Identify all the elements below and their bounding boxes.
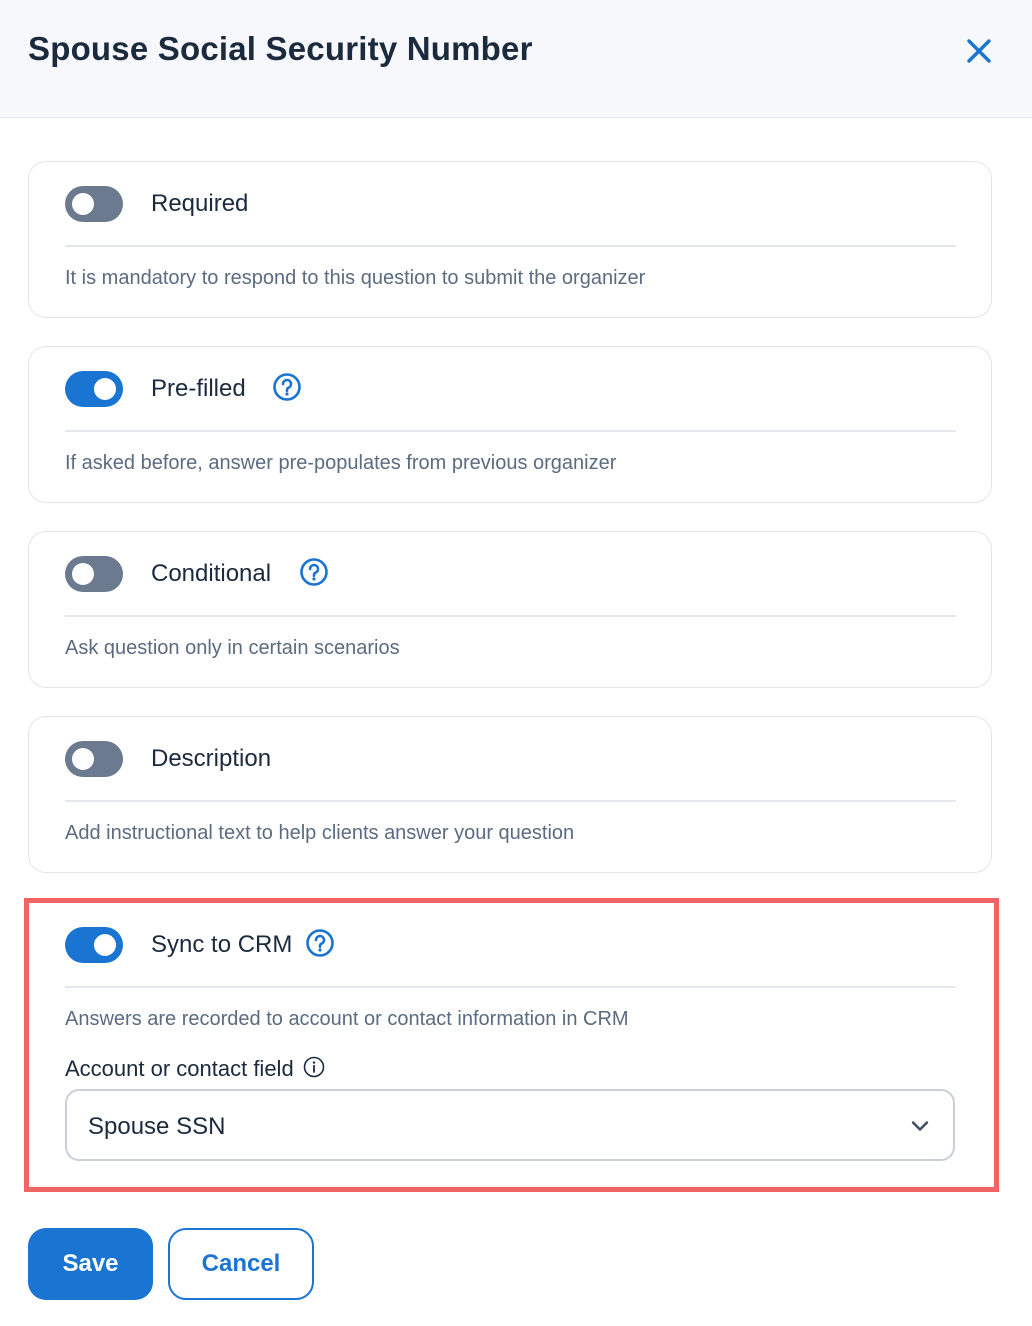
close-button[interactable]: [958, 30, 1000, 72]
account-contact-field-select[interactable]: Spouse SSN: [65, 1089, 955, 1161]
option-description-required: It is mandatory to respond to this quest…: [65, 267, 646, 289]
option-description-description: Add instructional text to help clients a…: [65, 822, 575, 844]
conditional-toggle[interactable]: [65, 556, 123, 592]
option-card-required: Required It is mandatory to respond to t…: [28, 161, 992, 318]
option-card-description: Description Add instructional text to he…: [28, 716, 992, 873]
toggle-knob: [94, 934, 116, 956]
question-circle-icon[interactable]: [305, 928, 335, 958]
save-button[interactable]: Save: [28, 1228, 153, 1300]
option-card-pre-filled: Pre-filled If asked before, answer pre-p…: [28, 346, 992, 503]
required-toggle[interactable]: [65, 186, 123, 222]
divider: [65, 430, 956, 432]
dialog-header: Spouse Social Security Number: [0, 0, 1032, 118]
option-label-required: Required: [151, 190, 249, 217]
chevron-down-icon: [911, 1121, 929, 1131]
divider: [65, 245, 956, 247]
pre-filled-toggle[interactable]: [65, 371, 123, 407]
option-description-sync-to-crm: Answers are recorded to account or conta…: [65, 1008, 629, 1030]
option-label-pre-filled: Pre-filled: [151, 375, 246, 402]
option-label-conditional: Conditional: [151, 560, 272, 587]
option-label-description: Description: [151, 745, 272, 772]
select-value: Spouse SSN: [88, 1113, 226, 1140]
account-contact-field-label: Account or contact field: [65, 1056, 294, 1081]
option-card-conditional: Conditional Ask question only in certain…: [28, 531, 992, 688]
option-card-sync-to-crm: Sync to CRM Answers are recorded to acco…: [24, 898, 999, 1192]
divider: [65, 800, 956, 802]
divider: [65, 986, 956, 988]
question-circle-icon[interactable]: [299, 557, 329, 587]
description-toggle[interactable]: [65, 741, 123, 777]
dialog-title: Spouse Social Security Number: [28, 30, 533, 67]
option-description-pre-filled: If asked before, answer pre-populates fr…: [65, 452, 617, 474]
sync-to-crm-toggle[interactable]: [65, 927, 123, 963]
info-circle-icon[interactable]: [302, 1055, 326, 1079]
option-description-conditional: Ask question only in certain scenarios: [65, 637, 400, 659]
option-label-sync-to-crm: Sync to CRM: [151, 931, 293, 958]
toggle-knob: [94, 378, 116, 400]
cancel-button[interactable]: Cancel: [168, 1228, 314, 1300]
close-icon: [967, 39, 991, 63]
toggle-knob: [72, 748, 94, 770]
divider: [65, 615, 956, 617]
question-circle-icon[interactable]: [272, 372, 302, 402]
toggle-knob: [72, 563, 94, 585]
toggle-knob: [72, 193, 94, 215]
